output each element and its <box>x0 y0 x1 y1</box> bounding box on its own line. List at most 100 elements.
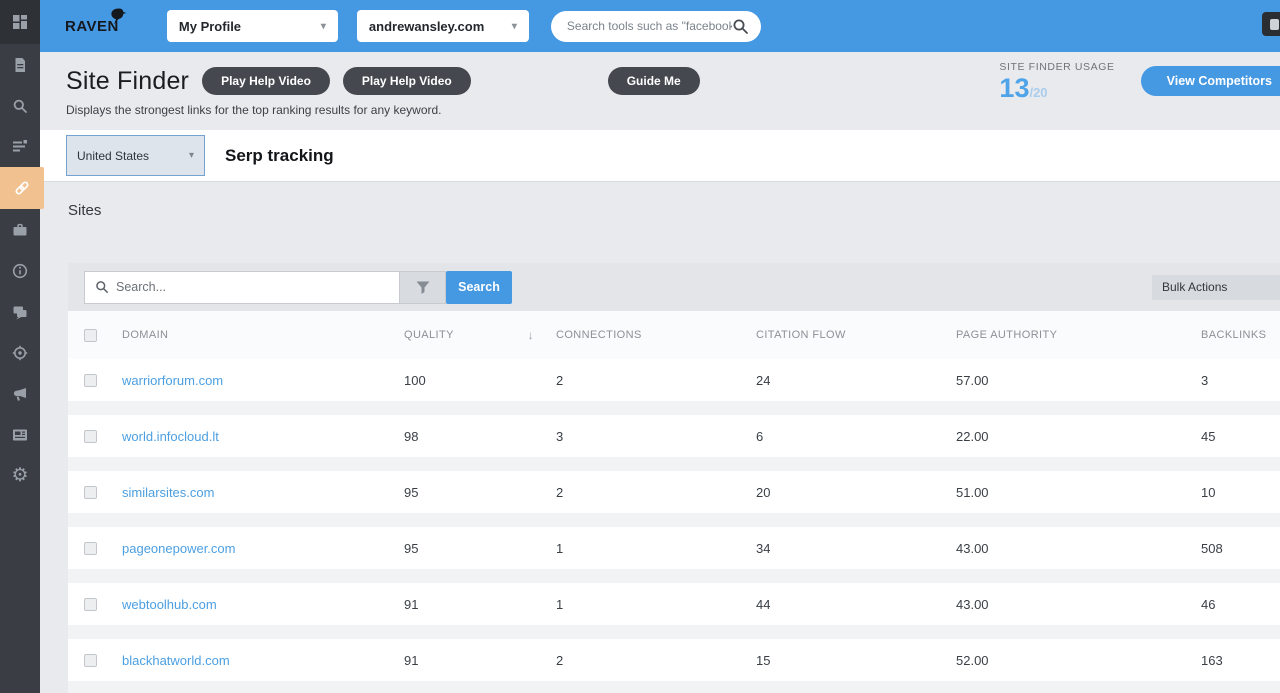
filter-funnel-icon <box>416 281 430 294</box>
sidebar-item-targeting[interactable] <box>0 332 40 373</box>
tool-search <box>551 11 761 42</box>
domain-link[interactable]: webtoolhub.com <box>122 597 217 612</box>
topbar-corner-icon[interactable] <box>1262 12 1280 36</box>
usage-total: /20 <box>1029 85 1047 100</box>
connections-cell: 1 <box>556 597 756 612</box>
sidebar: ⚙ <box>0 0 40 693</box>
serp-tracking-bar: United States ▾ Serp tracking <box>40 130 1280 182</box>
profile-dropdown[interactable]: My Profile ▾ <box>167 10 338 42</box>
info-icon <box>12 263 28 279</box>
row-checkbox[interactable] <box>84 542 97 555</box>
chevron-down-icon: ▾ <box>321 21 326 32</box>
backlinks-cell: 3 <box>1201 373 1280 388</box>
sidebar-item-links-active[interactable] <box>0 167 44 209</box>
column-header-page-authority[interactable]: PAGE AUTHORITY <box>956 329 1201 341</box>
usage-widget: SITE FINDER USAGE 13/20 <box>999 61 1114 102</box>
sidebar-item-announcements[interactable] <box>0 373 40 414</box>
citation-flow-cell: 15 <box>756 653 956 668</box>
table-row: pageonepower.com 95 1 34 43.00 508 <box>68 527 1280 569</box>
page-authority-cell: 51.00 <box>956 485 1201 500</box>
sort-desc-icon[interactable]: ↓ <box>528 328 534 342</box>
bulk-actions-dropdown[interactable]: Bulk Actions ▾ <box>1152 275 1280 300</box>
sidebar-item-reports[interactable] <box>0 44 40 85</box>
report-icon <box>12 57 28 73</box>
dashboard-icon <box>12 14 28 30</box>
citation-flow-cell: 24 <box>756 373 956 388</box>
row-checkbox[interactable] <box>84 374 97 387</box>
search-icon[interactable] <box>732 18 749 35</box>
search-icon <box>12 98 28 114</box>
column-header-quality[interactable]: QUALITY <box>404 329 454 341</box>
citation-flow-cell: 20 <box>756 485 956 500</box>
connections-cell: 2 <box>556 653 756 668</box>
sidebar-item-research[interactable] <box>0 85 40 126</box>
raven-logo[interactable]: RAVEN <box>65 19 119 34</box>
backlinks-cell: 45 <box>1201 429 1280 444</box>
table-row: similarsites.com 95 2 20 51.00 10 <box>68 471 1280 513</box>
page-authority-cell: 43.00 <box>956 597 1201 612</box>
chat-icon <box>12 304 28 320</box>
column-header-citation-flow[interactable]: CITATION FLOW <box>756 329 956 341</box>
usage-label: SITE FINDER USAGE <box>999 61 1114 73</box>
page-authority-cell: 52.00 <box>956 653 1201 668</box>
play-help-video-button-2[interactable]: Play Help Video <box>343 67 471 95</box>
row-checkbox[interactable] <box>84 654 97 667</box>
serp-tracking-title: Serp tracking <box>225 146 334 166</box>
quality-cell: 95 <box>404 485 556 500</box>
row-checkbox[interactable] <box>84 598 97 611</box>
domain-link[interactable]: world.infocloud.lt <box>122 429 219 444</box>
connections-cell: 2 <box>556 373 756 388</box>
sidebar-item-settings[interactable]: ⚙ <box>0 455 40 496</box>
search-button[interactable]: Search <box>446 271 512 304</box>
domain-link[interactable]: blackhatworld.com <box>122 653 230 668</box>
guide-me-button[interactable]: Guide Me <box>608 67 700 95</box>
row-checkbox[interactable] <box>84 486 97 499</box>
select-all-checkbox[interactable] <box>84 329 97 342</box>
main-content: Site Finder Play Help Video Play Help Vi… <box>40 52 1280 693</box>
view-competitors-button[interactable]: View Competitors <box>1141 66 1280 96</box>
sidebar-item-dashboard[interactable] <box>0 0 40 44</box>
megaphone-icon <box>12 386 28 402</box>
column-header-domain[interactable]: DOMAIN <box>122 329 404 341</box>
domain-link[interactable]: warriorforum.com <box>122 373 223 388</box>
site-finder-header: Site Finder Play Help Video Play Help Vi… <box>40 52 1280 130</box>
citation-flow-cell: 44 <box>756 597 956 612</box>
quality-cell: 98 <box>404 429 556 444</box>
search-icon <box>95 280 109 294</box>
play-help-video-button-1[interactable]: Play Help Video <box>202 67 330 95</box>
domain-link[interactable]: similarsites.com <box>122 485 214 500</box>
gear-icon: ⚙ <box>11 466 28 485</box>
table-search-input[interactable] <box>116 280 399 294</box>
sidebar-item-portfolio[interactable] <box>0 209 40 250</box>
column-header-backlinks[interactable]: BACKLINKS <box>1201 329 1280 341</box>
rankings-icon <box>12 139 28 155</box>
quality-cell: 91 <box>404 653 556 668</box>
row-checkbox[interactable] <box>84 430 97 443</box>
bulk-actions-value: Bulk Actions <box>1162 280 1227 294</box>
quality-cell: 100 <box>404 373 556 388</box>
newspaper-icon <box>12 427 28 443</box>
sidebar-item-rankings[interactable] <box>0 126 40 167</box>
connections-cell: 2 <box>556 485 756 500</box>
page-title: Site Finder <box>66 67 189 96</box>
quality-cell: 95 <box>404 541 556 556</box>
filter-button[interactable] <box>400 271 446 304</box>
quality-cell: 91 <box>404 597 556 612</box>
sites-table: Search Bulk Actions ▾ DOMAIN QUALITY ↓ C… <box>68 263 1280 693</box>
table-row: blackhatworld.com 91 2 15 52.00 163 <box>68 639 1280 681</box>
sidebar-item-info[interactable] <box>0 250 40 291</box>
column-header-connections[interactable]: CONNECTIONS <box>556 329 756 341</box>
backlinks-cell: 508 <box>1201 541 1280 556</box>
domain-link[interactable]: pageonepower.com <box>122 541 235 556</box>
backlinks-cell: 46 <box>1201 597 1280 612</box>
tool-search-input[interactable] <box>567 19 732 33</box>
sidebar-item-content[interactable] <box>0 414 40 455</box>
domain-dropdown[interactable]: andrewansley.com ▾ <box>357 10 529 42</box>
backlinks-cell: 163 <box>1201 653 1280 668</box>
connections-cell: 3 <box>556 429 756 444</box>
domain-dropdown-value: andrewansley.com <box>369 19 484 34</box>
sidebar-item-messages[interactable] <box>0 291 40 332</box>
chevron-down-icon: ▾ <box>512 21 517 32</box>
country-dropdown[interactable]: United States ▾ <box>66 135 205 176</box>
connections-cell: 1 <box>556 541 756 556</box>
